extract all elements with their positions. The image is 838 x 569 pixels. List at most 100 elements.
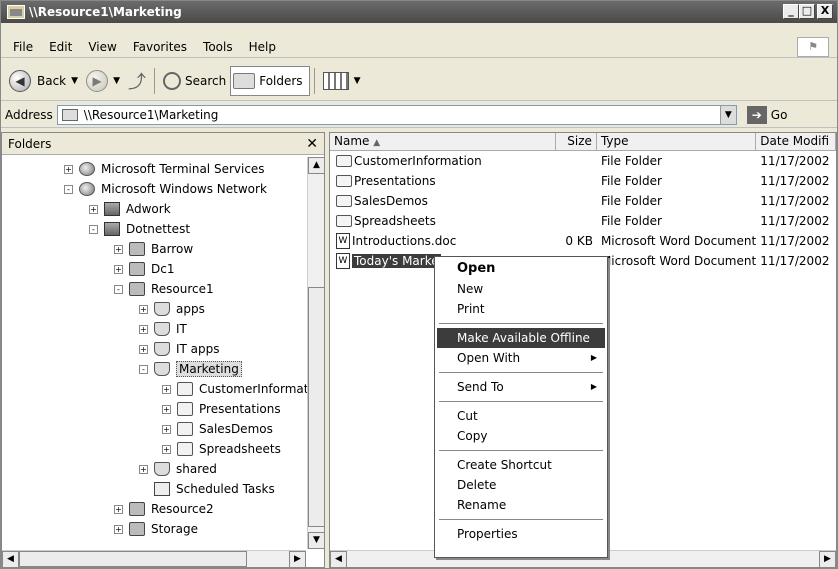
expand-icon[interactable]: +	[114, 264, 123, 274]
list-item[interactable]: SalesDemos File Folder 11/17/2002	[330, 191, 836, 211]
network-share-icon	[61, 109, 78, 121]
tree-item-customerinformation[interactable]: + CustomerInformat	[162, 379, 308, 399]
chevron-down-icon[interactable]: ▼	[354, 76, 361, 86]
menu-view[interactable]: View	[80, 40, 124, 54]
window-title: \\Resource1\Marketing	[29, 5, 182, 19]
back-button[interactable]: ◀ Back ▼	[5, 66, 82, 96]
address-input[interactable]: \\Resource1\Marketing ▼	[56, 105, 737, 125]
menu-item-open[interactable]: Open	[437, 259, 605, 279]
tree-item-apps[interactable]: + apps	[139, 299, 205, 319]
menu-tools[interactable]: Tools	[195, 40, 241, 54]
scroll-thumb[interactable]	[19, 551, 247, 567]
expand-icon[interactable]: +	[64, 164, 73, 174]
close-pane-icon[interactable]: ✕	[306, 136, 318, 152]
menu-item-properties[interactable]: Properties	[437, 524, 605, 544]
scroll-down-icon[interactable]: ▼	[308, 532, 325, 549]
expand-icon[interactable]: +	[139, 344, 148, 354]
folders-label: Folders	[259, 73, 303, 88]
menu-item-send-to[interactable]: Send To ▶	[437, 377, 605, 397]
menu-item-delete[interactable]: Delete	[437, 475, 605, 495]
word-doc-icon: W	[336, 233, 350, 249]
tree-item-windows-network[interactable]: - Microsoft Windows Network	[64, 179, 267, 199]
menu-help[interactable]: Help	[241, 40, 284, 54]
scroll-left-icon[interactable]: ◀	[2, 551, 19, 568]
menu-file[interactable]: File	[5, 40, 41, 54]
expand-icon[interactable]: +	[89, 204, 98, 214]
column-header-name[interactable]: Name ▲	[330, 133, 557, 151]
search-button[interactable]: Search	[159, 66, 230, 96]
up-button[interactable]: ⤴	[124, 66, 150, 96]
tree-item-barrow[interactable]: + Barrow	[114, 239, 193, 259]
scroll-thumb[interactable]	[308, 287, 325, 527]
folders-vertical-scrollbar[interactable]: ▲ ▼	[307, 157, 325, 549]
chevron-down-icon[interactable]: ▼	[113, 76, 120, 86]
scroll-right-icon[interactable]: ▶	[819, 551, 836, 567]
forward-button[interactable]: ▶ ▼	[82, 66, 124, 96]
scroll-up-icon[interactable]: ▲	[308, 157, 325, 174]
maximize-button[interactable]: □	[799, 4, 815, 19]
collapse-icon[interactable]: -	[114, 284, 123, 294]
tree-item-dc1[interactable]: + Dc1	[114, 259, 174, 279]
submenu-arrow-icon: ▶	[590, 353, 597, 362]
menu-favorites[interactable]: Favorites	[125, 40, 195, 54]
menu-item-create-shortcut[interactable]: Create Shortcut	[437, 455, 605, 475]
expand-icon[interactable]: +	[114, 524, 123, 534]
column-header-type[interactable]: Type	[597, 133, 757, 151]
folders-button[interactable]: Folders	[230, 65, 310, 96]
menu-item-new[interactable]: New	[437, 279, 605, 299]
tree-item-adwork[interactable]: + Adwork	[89, 199, 171, 219]
tree-item-scheduled-tasks[interactable]: Scheduled Tasks	[154, 479, 275, 499]
tree-item-storage[interactable]: + Storage	[114, 519, 198, 539]
tree-item-marketing[interactable]: - Marketing	[139, 359, 242, 379]
menu-separator	[439, 372, 603, 373]
minimize-button[interactable]: _	[783, 4, 799, 19]
list-item[interactable]: Presentations File Folder 11/17/2002	[330, 171, 836, 191]
menu-separator	[439, 450, 603, 451]
expand-icon[interactable]: +	[162, 384, 171, 394]
address-bar: Address \\Resource1\Marketing ▼ ➔ Go	[1, 103, 837, 128]
scroll-left-icon[interactable]: ◀	[330, 551, 347, 567]
views-button[interactable]: ▼	[319, 66, 365, 96]
expand-icon[interactable]: +	[114, 504, 123, 514]
tree-item-terminal-services[interactable]: + Microsoft Terminal Services	[64, 159, 265, 179]
tree-item-spreadsheets[interactable]: + Spreadsheets	[162, 439, 281, 459]
expand-icon[interactable]: +	[139, 324, 148, 334]
menu-item-cut[interactable]: Cut	[437, 406, 605, 426]
expand-icon[interactable]: +	[162, 424, 171, 434]
expand-icon[interactable]: +	[139, 304, 148, 314]
column-header-size[interactable]: Size	[556, 133, 597, 151]
list-item[interactable]: W Introductions.doc 0 KB Microsoft Word Doc…	[330, 231, 836, 251]
collapse-icon[interactable]: -	[64, 184, 73, 194]
column-header-date[interactable]: Date Modifi	[756, 133, 836, 151]
tree-item-dotnettest[interactable]: - Dotnettest	[89, 219, 190, 239]
tree-item-presentations[interactable]: + Presentations	[162, 399, 281, 419]
expand-icon[interactable]: +	[162, 444, 171, 454]
list-item[interactable]: CustomerInformation File Folder 11/17/2002	[330, 151, 836, 171]
expand-icon[interactable]: +	[139, 464, 148, 474]
menu-item-rename[interactable]: Rename	[437, 495, 605, 515]
menu-edit[interactable]: Edit	[41, 40, 80, 54]
expand-icon[interactable]: +	[162, 404, 171, 414]
tree-item-it[interactable]: + IT	[139, 319, 187, 339]
tree-item-salesdemos[interactable]: + SalesDemos	[162, 419, 273, 439]
scroll-right-icon[interactable]: ▶	[289, 551, 306, 568]
tree-item-resource2[interactable]: + Resource2	[114, 499, 214, 519]
folders-horizontal-scrollbar[interactable]: ◀ ▶	[2, 550, 306, 568]
expand-icon[interactable]: +	[114, 244, 123, 254]
search-icon	[162, 71, 181, 90]
tree-item-shared[interactable]: + shared	[139, 459, 217, 479]
chevron-down-icon[interactable]: ▼	[719, 106, 736, 124]
menu-item-make-available-offline[interactable]: Make Available Offline	[437, 328, 605, 348]
close-button[interactable]: X	[817, 4, 833, 19]
list-item[interactable]: Spreadsheets File Folder 11/17/2002	[330, 211, 836, 231]
chevron-down-icon[interactable]: ▼	[71, 76, 78, 86]
title-bar[interactable]: \\Resource1\Marketing _ □ X	[1, 1, 837, 23]
menu-item-open-with[interactable]: Open With ▶	[437, 348, 605, 368]
collapse-icon[interactable]: -	[139, 364, 148, 374]
menu-item-print[interactable]: Print	[437, 299, 605, 319]
menu-item-copy[interactable]: Copy	[437, 426, 605, 446]
collapse-icon[interactable]: -	[89, 224, 98, 234]
tree-item-resource1[interactable]: - Resource1	[114, 279, 214, 299]
go-button[interactable]: ➔ Go	[746, 106, 787, 124]
tree-item-it-apps[interactable]: + IT apps	[139, 339, 220, 359]
